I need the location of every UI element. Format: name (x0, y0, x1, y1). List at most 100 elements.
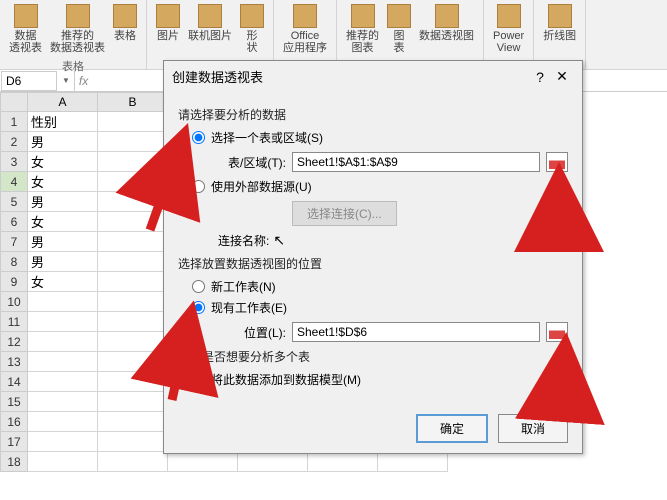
ribbon-button[interactable]: 数据透视图 (416, 2, 477, 56)
cell[interactable] (168, 452, 238, 472)
ribbon-button[interactable]: 图片 (153, 2, 183, 56)
row-header[interactable]: 17 (0, 432, 28, 452)
range-picker-icon[interactable] (546, 152, 568, 172)
radio-select-range-input[interactable] (192, 131, 205, 144)
ribbon-button[interactable]: 推荐的 数据透视表 (47, 2, 108, 56)
row-header[interactable]: 18 (0, 452, 28, 472)
select-all-corner[interactable] (0, 92, 28, 112)
ribbon-button[interactable]: 折线图 (540, 2, 579, 44)
row-header[interactable]: 2 (0, 132, 28, 152)
radio-new-sheet[interactable]: 新工作表(N) (192, 278, 568, 295)
row-header[interactable]: 6 (0, 212, 28, 232)
cell[interactable] (98, 412, 168, 432)
ribbon-button[interactable]: 表格 (110, 2, 140, 56)
cell[interactable] (28, 412, 98, 432)
location-picker-icon[interactable] (546, 322, 568, 342)
checkbox-data-model[interactable]: 将此数据添加到数据模型(M) (192, 371, 568, 388)
cell[interactable]: 女 (28, 212, 98, 232)
cell[interactable] (98, 392, 168, 412)
cell[interactable] (98, 252, 168, 272)
cell[interactable] (28, 392, 98, 412)
ribbon-icon (548, 4, 572, 28)
name-box-dropdown-icon[interactable]: ▼ (58, 76, 74, 85)
cell[interactable]: 女 (28, 172, 98, 192)
cell[interactable] (28, 432, 98, 452)
row-header[interactable]: 9 (0, 272, 28, 292)
row-header[interactable]: 10 (0, 292, 28, 312)
row-header[interactable]: 12 (0, 332, 28, 352)
cell[interactable]: 男 (28, 252, 98, 272)
cell[interactable]: 男 (28, 192, 98, 212)
cell[interactable] (28, 352, 98, 372)
cell[interactable] (98, 212, 168, 232)
cancel-button[interactable]: 取消 (498, 414, 568, 443)
cell[interactable] (98, 272, 168, 292)
cell[interactable] (28, 312, 98, 332)
radio-existing-input[interactable] (192, 301, 205, 314)
cell[interactable] (98, 332, 168, 352)
radio-select-range-label: 选择一个表或区域(S) (211, 129, 323, 146)
radio-external-input[interactable] (192, 180, 205, 193)
radio-existing-sheet[interactable]: 现有工作表(E) (192, 299, 568, 316)
ribbon-button[interactable]: 推荐的 图表 (343, 2, 382, 56)
cell[interactable] (98, 232, 168, 252)
row-header[interactable]: 16 (0, 412, 28, 432)
cell[interactable] (238, 452, 308, 472)
close-icon[interactable]: ✕ (550, 68, 574, 85)
cell[interactable] (28, 292, 98, 312)
location-input[interactable] (292, 322, 540, 342)
row-header[interactable]: 5 (0, 192, 28, 212)
cell[interactable] (28, 372, 98, 392)
ok-button[interactable]: 确定 (416, 414, 488, 443)
row-header[interactable]: 14 (0, 372, 28, 392)
cell[interactable] (98, 372, 168, 392)
dialog-title: 创建数据透视表 (172, 67, 530, 86)
row-header[interactable]: 15 (0, 392, 28, 412)
row-header[interactable]: 1 (0, 112, 28, 132)
radio-new-sheet-input[interactable] (192, 280, 205, 293)
radio-external-source[interactable]: 使用外部数据源(U) (192, 178, 568, 195)
cell[interactable] (98, 452, 168, 472)
ribbon-label: Power View (493, 30, 524, 54)
column-header[interactable]: A (28, 92, 98, 112)
row-header[interactable]: 3 (0, 152, 28, 172)
range-input[interactable] (292, 152, 540, 172)
cell[interactable]: 女 (28, 152, 98, 172)
cell[interactable] (98, 312, 168, 332)
cell[interactable] (98, 132, 168, 152)
ribbon-button[interactable]: 图 表 (384, 2, 414, 56)
cell[interactable] (378, 452, 448, 472)
section-analyze-data: 请选择要分析的数据 (178, 106, 568, 123)
cell[interactable] (308, 452, 378, 472)
ribbon-button[interactable]: 形 状 (237, 2, 267, 56)
row-header[interactable]: 8 (0, 252, 28, 272)
cell[interactable] (98, 292, 168, 312)
ribbon-button[interactable]: Office 应用程序 (280, 2, 330, 56)
checkbox-data-model-input[interactable] (192, 373, 205, 386)
ribbon-button[interactable]: 数据 透视表 (6, 2, 45, 56)
help-icon[interactable]: ? (530, 69, 550, 85)
cell[interactable]: 男 (28, 132, 98, 152)
radio-select-range[interactable]: 选择一个表或区域(S) (192, 129, 568, 146)
cursor-icon: ↖ (273, 232, 285, 249)
cell[interactable] (98, 192, 168, 212)
cell[interactable] (98, 352, 168, 372)
row-header[interactable]: 11 (0, 312, 28, 332)
cell[interactable]: 男 (28, 232, 98, 252)
row-header[interactable]: 4 (0, 172, 28, 192)
cell[interactable] (98, 152, 168, 172)
ribbon-icon (113, 4, 137, 28)
cell[interactable]: 性别 (28, 112, 98, 132)
cell[interactable] (98, 112, 168, 132)
column-header[interactable]: B (98, 92, 168, 112)
row-header[interactable]: 13 (0, 352, 28, 372)
name-box[interactable] (1, 71, 57, 91)
cell[interactable] (28, 332, 98, 352)
cell[interactable] (98, 432, 168, 452)
cell[interactable]: 女 (28, 272, 98, 292)
cell[interactable] (98, 172, 168, 192)
cell[interactable] (28, 452, 98, 472)
ribbon-button[interactable]: Power View (490, 2, 527, 56)
row-header[interactable]: 7 (0, 232, 28, 252)
ribbon-button[interactable]: 联机图片 (185, 2, 235, 56)
